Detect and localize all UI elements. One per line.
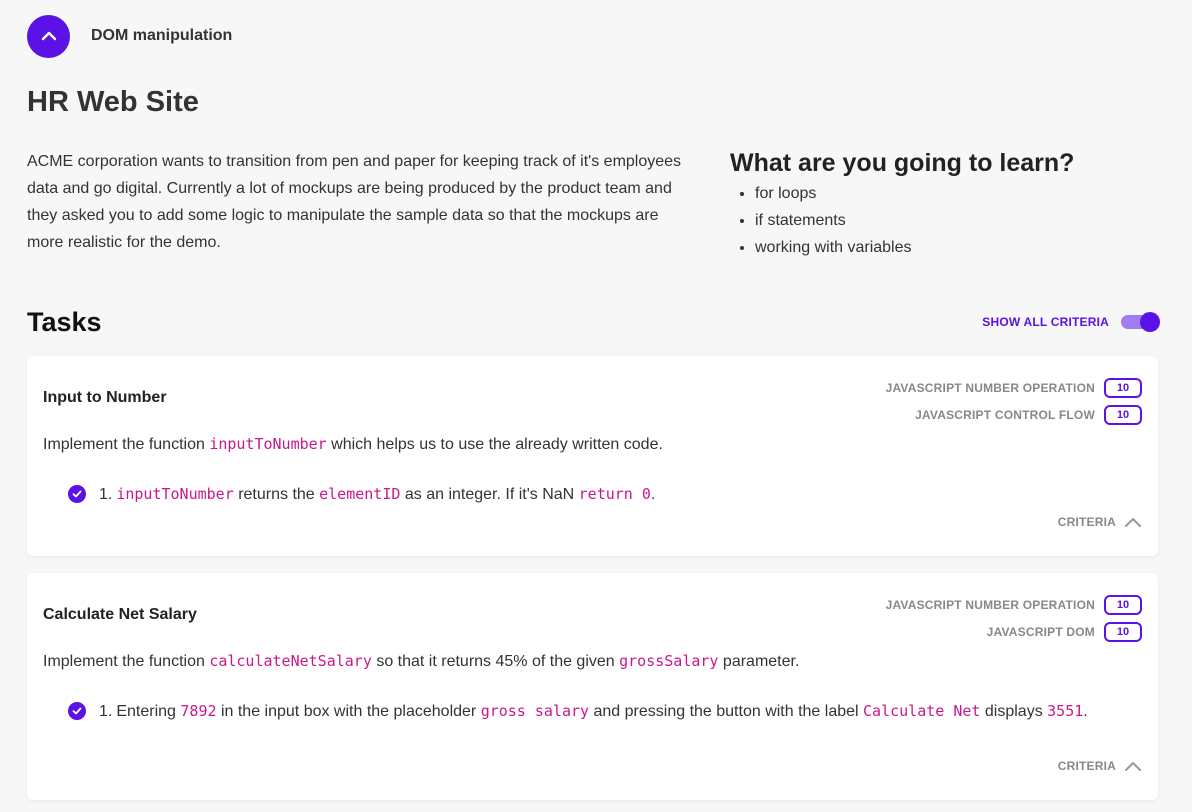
criteria-label: CRITERIA (1057, 515, 1116, 529)
tasks-title: Tasks (27, 306, 102, 337)
tag: JAVASCRIPT CONTROL FLOW 10 (886, 401, 1142, 428)
list-item: working with variables (755, 234, 1170, 261)
task-title: Calculate Net Salary (43, 606, 197, 623)
code-snippet: inputToNumber (209, 435, 327, 453)
list-item: for loops (755, 180, 1170, 207)
task-card: Calculate Net Salary JAVASCRIPT NUMBER O… (27, 573, 1158, 800)
tag: JAVASCRIPT NUMBER OPERATION 10 (886, 374, 1142, 401)
section-title: DOM manipulation (91, 27, 233, 44)
toggle-knob (1140, 312, 1160, 332)
tag-name: JAVASCRIPT CONTROL FLOW (915, 407, 1095, 422)
list-item: if statements (755, 207, 1170, 234)
code-snippet: calculateNetSalary (209, 652, 372, 670)
tag-points: 10 (1104, 377, 1142, 398)
task-description: Implement the function calculateNetSalar… (43, 652, 800, 670)
tag-points: 10 (1104, 621, 1142, 642)
chevron-up-icon (1125, 762, 1141, 771)
learning-goals-title: What are you going to learn? (730, 149, 1075, 177)
tasks-header: Tasks SHOW ALL CRITERIA (27, 302, 1160, 342)
check-icon (68, 702, 86, 720)
chevron-up-icon (41, 31, 56, 41)
criteria-label: CRITERIA (1057, 759, 1116, 773)
check-icon (68, 485, 86, 503)
code-snippet: grossSalary (619, 652, 719, 670)
top-bar: DOM manipulation (0, 0, 1192, 72)
code-snippet: gross salary (480, 702, 590, 720)
tag: JAVASCRIPT DOM 10 (886, 618, 1142, 645)
code-snippet: 3551 (1047, 702, 1084, 720)
page-title: HR Web Site (27, 86, 199, 118)
tag-name: JAVASCRIPT DOM (986, 624, 1095, 639)
tag: JAVASCRIPT NUMBER OPERATION 10 (886, 591, 1142, 618)
tag-points: 10 (1104, 594, 1142, 615)
task-description: Implement the function inputToNumber whi… (43, 435, 663, 453)
chevron-up-icon (1125, 518, 1141, 527)
criterion-item: 1. inputToNumber returns the elementID a… (68, 481, 1118, 508)
code-snippet: return 0 (578, 485, 651, 503)
show-all-criteria-label: SHOW ALL CRITERIA (982, 315, 1109, 329)
criteria-collapse-toggle[interactable]: CRITERIA (1058, 515, 1142, 529)
collapse-button[interactable] (27, 14, 70, 58)
task-title: Input to Number (43, 389, 167, 406)
criterion-text: inputToNumber returns the elementID as a… (116, 485, 656, 503)
code-snippet: 7892 (180, 702, 217, 720)
project-description: ACME corporation wants to transition fro… (27, 153, 682, 251)
criterion-item: 1. Entering 7892 in the input box with t… (68, 698, 1118, 725)
show-all-criteria-toggle[interactable]: SHOW ALL CRITERIA (982, 312, 1160, 332)
task-card: Input to Number JAVASCRIPT NUMBER OPERAT… (27, 356, 1158, 556)
tag-name: JAVASCRIPT NUMBER OPERATION (885, 380, 1095, 395)
code-snippet: elementID (319, 485, 401, 503)
task-tags: JAVASCRIPT NUMBER OPERATION 10 JAVASCRIP… (886, 591, 1142, 645)
criterion-number: 1. (99, 703, 113, 720)
tag-points: 10 (1104, 404, 1142, 425)
code-snippet: Calculate Net (863, 702, 981, 720)
criterion-text: Entering 7892 in the input box with the … (116, 702, 1088, 720)
learning-goals: What are you going to learn? for loops i… (730, 146, 1170, 261)
task-tags: JAVASCRIPT NUMBER OPERATION 10 JAVASCRIP… (886, 374, 1142, 428)
criterion-number: 1. (99, 486, 113, 503)
tag-name: JAVASCRIPT NUMBER OPERATION (885, 597, 1095, 612)
criteria-collapse-toggle[interactable]: CRITERIA (1058, 759, 1142, 773)
learning-goals-list: for loops if statements working with var… (730, 180, 1170, 261)
toggle-switch[interactable] (1121, 312, 1160, 332)
code-snippet: inputToNumber (116, 485, 234, 503)
